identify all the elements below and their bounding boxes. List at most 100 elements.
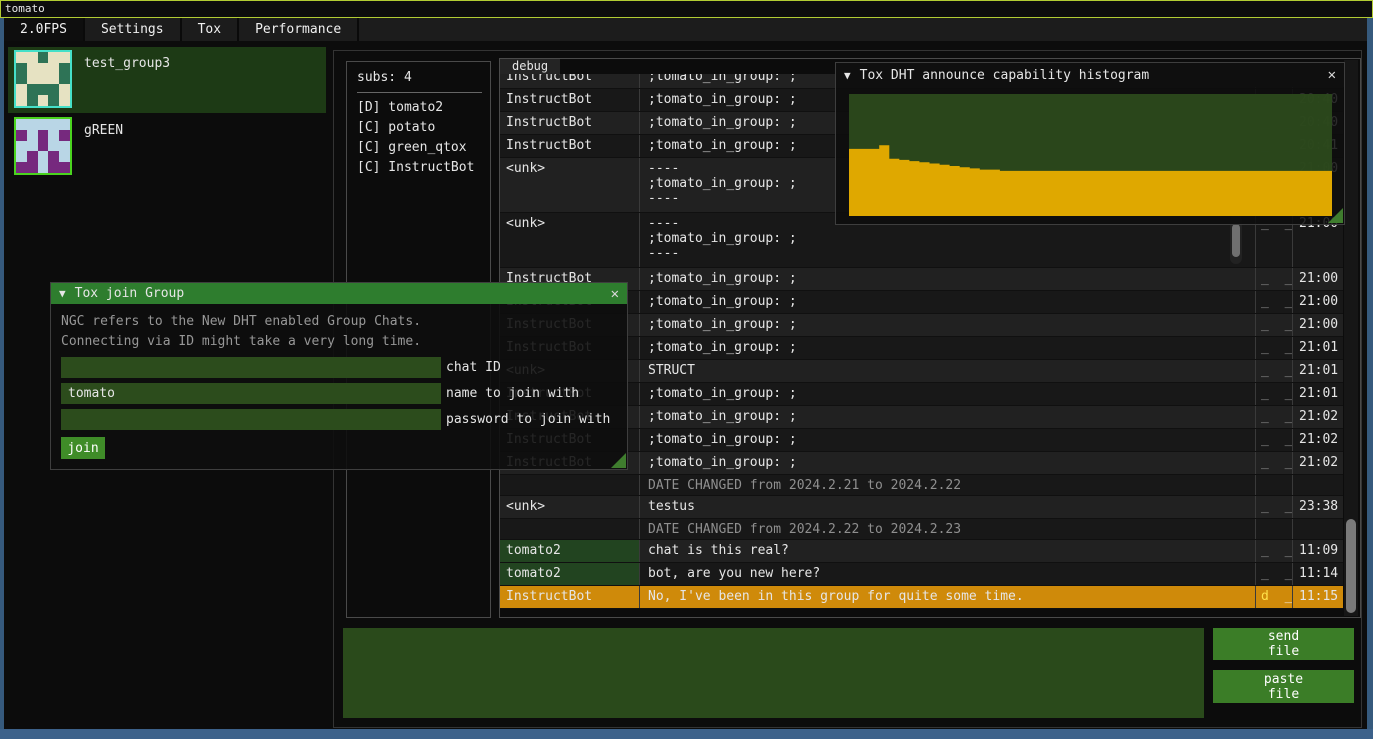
message-receipt-marks xyxy=(1255,475,1292,495)
window-frame-left xyxy=(0,18,4,739)
sidebar-group-gREEN[interactable]: gREEN xyxy=(8,114,326,176)
member-item[interactable]: [C] InstructBot xyxy=(357,158,490,178)
avatar-pixel xyxy=(59,95,70,106)
receipt-mark: _ xyxy=(1261,271,1273,286)
resize-grip[interactable] xyxy=(611,453,626,468)
message-receipt-marks: _ _ xyxy=(1255,452,1292,474)
message-time: 21:02 xyxy=(1292,429,1343,451)
member-item[interactable]: [C] green_qtox xyxy=(357,138,490,158)
join-button[interactable]: join xyxy=(61,437,105,459)
window-titlebar[interactable]: tomato xyxy=(0,0,1373,18)
receipt-mark: _ xyxy=(1261,386,1273,401)
member-item[interactable]: [C] potato xyxy=(357,118,490,138)
message-time: 21:02 xyxy=(1292,406,1343,428)
chat-message-row[interactable]: <unk>testus_ _23:38 xyxy=(500,496,1343,519)
message-time: 21:01 xyxy=(1292,337,1343,359)
histogram-bars xyxy=(849,94,1332,216)
avatar-pixel xyxy=(16,84,27,95)
message-text: DATE CHANGED from 2024.2.22 to 2024.2.23 xyxy=(639,519,1255,539)
message-time xyxy=(1292,475,1343,495)
chat-message-row[interactable]: InstructBotNo, I've been in this group f… xyxy=(500,586,1343,609)
avatar-pixel xyxy=(59,141,70,152)
receipt-mark: _ xyxy=(1261,543,1273,558)
chat-message-row[interactable]: tomato2bot, are you new here?_ _11:14 xyxy=(500,563,1343,586)
join-field-row: password to join with xyxy=(61,409,617,430)
avatar-pixel xyxy=(16,74,27,85)
menu-item-settings[interactable]: Settings xyxy=(85,18,182,41)
join-fields: chat IDname to join withpassword to join… xyxy=(61,357,617,430)
chat-scrollbar-thumb[interactable] xyxy=(1346,519,1356,613)
message-cell-scrollbar-thumb[interactable] xyxy=(1232,224,1240,257)
message-text: chat is this real? xyxy=(639,540,1255,562)
avatar-pixel xyxy=(38,74,49,85)
member-list: [D] tomato2[C] potato[C] green_qtox[C] I… xyxy=(357,98,490,178)
collapse-arrow-icon[interactable]: ▼ xyxy=(844,69,851,82)
join-group-window[interactable]: ▼ Tox join Group ✕ NGC refers to the New… xyxy=(50,282,628,470)
avatar-pixel xyxy=(59,74,70,85)
send-file-button[interactable]: send file xyxy=(1213,628,1354,660)
avatar-pixel xyxy=(59,162,70,173)
date-changed-row[interactable]: DATE CHANGED from 2024.2.22 to 2024.2.23 xyxy=(500,519,1343,540)
join-input-password-to-join-with[interactable] xyxy=(61,409,441,430)
join-group-body: NGC refers to the New DHT enabled Group … xyxy=(51,304,627,459)
message-time: 11:09 xyxy=(1292,540,1343,562)
window-frame-right xyxy=(1367,18,1373,739)
menu-item-performance[interactable]: Performance xyxy=(239,18,359,41)
message-time: 11:15 xyxy=(1292,586,1343,608)
avatar-pixel xyxy=(16,151,27,162)
receipt-mark: _ xyxy=(1285,271,1292,286)
group-name: gREEN xyxy=(84,123,123,138)
join-input-name-to-join-with[interactable] xyxy=(61,383,441,404)
message-text: ;tomato_in_group: ; xyxy=(639,314,1255,336)
avatar-pixel xyxy=(16,95,27,106)
close-icon[interactable]: ✕ xyxy=(1320,67,1336,83)
tab-debug[interactable]: debug xyxy=(500,59,560,74)
message-sender xyxy=(500,519,639,539)
collapse-arrow-icon[interactable]: ▼ xyxy=(59,287,66,300)
avatar-pixel xyxy=(48,151,59,162)
chat-message-row[interactable]: tomato2chat is this real?_ _11:09 xyxy=(500,540,1343,563)
message-text: bot, are you new here? xyxy=(639,563,1255,585)
message-text: ;tomato_in_group: ; xyxy=(639,268,1255,290)
resize-grip[interactable] xyxy=(1328,208,1343,223)
receipt-mark: _ xyxy=(1261,409,1273,424)
message-time: 21:00 xyxy=(1292,268,1343,290)
join-field-label: name to join with xyxy=(441,386,579,401)
avatar-pixel xyxy=(27,141,38,152)
dht-histogram-window[interactable]: ▼ Tox DHT announce capability histogram … xyxy=(835,62,1345,225)
message-text: DATE CHANGED from 2024.2.21 to 2024.2.22 xyxy=(639,475,1255,495)
avatar-pixel xyxy=(27,52,38,63)
receipt-mark: _ xyxy=(1261,340,1273,355)
avatar-pixel xyxy=(38,141,49,152)
avatar-pixel xyxy=(48,119,59,130)
receipt-mark: _ xyxy=(1285,363,1292,378)
receipt-mark: _ xyxy=(1285,294,1292,309)
message-text: ;tomato_in_group: ; xyxy=(639,291,1255,313)
dht-histogram-titlebar[interactable]: ▼ Tox DHT announce capability histogram … xyxy=(836,63,1344,87)
avatar-pixel xyxy=(16,130,27,141)
message-text: ;tomato_in_group: ; xyxy=(639,406,1255,428)
chat-scrollbar[interactable] xyxy=(1344,60,1358,616)
subs-count: subs: 4 xyxy=(357,70,490,92)
join-group-titlebar[interactable]: ▼ Tox join Group ✕ xyxy=(51,283,627,304)
message-receipt-marks: _ _ xyxy=(1255,540,1292,562)
member-item[interactable]: [D] tomato2 xyxy=(357,98,490,118)
message-text: ;tomato_in_group: ; xyxy=(639,337,1255,359)
join-help-line2: Connecting via ID might take a very long… xyxy=(61,332,617,352)
paste-file-button[interactable]: paste file xyxy=(1213,670,1354,703)
message-sender: <unk> xyxy=(500,496,639,518)
join-help-line1: NGC refers to the New DHT enabled Group … xyxy=(61,312,617,332)
message-input[interactable] xyxy=(343,628,1204,718)
sidebar-group-test_group3[interactable]: test_group3 xyxy=(8,47,326,113)
menu-item-tox[interactable]: Tox xyxy=(182,18,239,41)
message-receipt-marks: _ _ xyxy=(1255,291,1292,313)
join-input-chat-ID[interactable] xyxy=(61,357,441,378)
message-text: ;tomato_in_group: ; xyxy=(639,452,1255,474)
date-changed-row[interactable]: DATE CHANGED from 2024.2.21 to 2024.2.22 xyxy=(500,475,1343,496)
close-icon[interactable]: ✕ xyxy=(603,286,619,302)
avatar-pixel xyxy=(38,95,49,106)
avatar-pixel xyxy=(16,162,27,173)
avatar-pixel xyxy=(48,84,59,95)
avatar-pixel xyxy=(38,151,49,162)
menu-item-20fps[interactable]: 2.0FPS xyxy=(4,18,85,41)
